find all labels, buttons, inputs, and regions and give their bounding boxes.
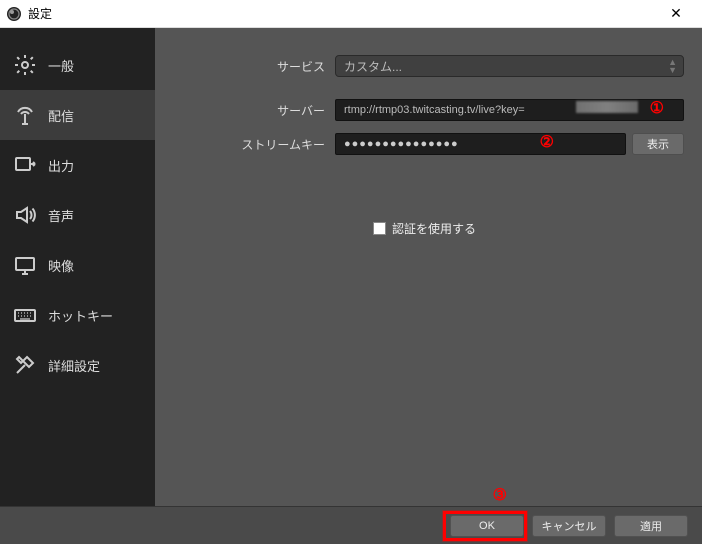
sidebar-item-label: ホットキー xyxy=(48,306,113,325)
streamkey-row: ストリームキー 表示 ② xyxy=(165,130,684,158)
sidebar-item-label: 映像 xyxy=(48,256,74,275)
service-select[interactable]: カスタム... ▲▼ xyxy=(335,55,684,77)
sidebar-item-advanced[interactable]: 詳細設定 xyxy=(0,340,155,390)
monitor-icon xyxy=(12,252,38,278)
title-bar: 設定 ✕ xyxy=(0,0,702,28)
service-value: カスタム... xyxy=(344,58,402,75)
auth-label: 認証を使用する xyxy=(392,220,476,237)
sidebar-item-label: 音声 xyxy=(48,206,74,225)
service-row: サービス カスタム... ▲▼ xyxy=(165,52,684,80)
auth-row: 認証を使用する xyxy=(165,214,684,242)
annotation-ok-border xyxy=(443,511,527,541)
streamkey-input[interactable] xyxy=(335,133,626,155)
redacted-area xyxy=(576,101,638,113)
apply-button[interactable]: 適用 xyxy=(614,515,688,537)
streamkey-label: ストリームキー xyxy=(165,136,335,153)
window-title: 設定 xyxy=(28,5,656,22)
sidebar-item-audio[interactable]: 音声 xyxy=(0,190,155,240)
main-panel: サービス カスタム... ▲▼ サーバー ① ストリームキー 表示 ② 認証を使… xyxy=(155,28,702,506)
antenna-icon xyxy=(12,102,38,128)
obs-logo-icon xyxy=(6,6,22,22)
server-row: サーバー ① xyxy=(165,96,684,124)
auth-checkbox[interactable] xyxy=(373,222,386,235)
close-button[interactable]: ✕ xyxy=(656,0,696,27)
server-label: サーバー xyxy=(165,102,335,119)
content-area: 一般 配信 出力 音声 映像 xyxy=(0,28,702,506)
speaker-icon xyxy=(12,202,38,228)
output-icon xyxy=(12,152,38,178)
gear-icon xyxy=(12,52,38,78)
sidebar-item-output[interactable]: 出力 xyxy=(0,140,155,190)
updown-icon: ▲▼ xyxy=(668,58,677,74)
footer: ③ OK キャンセル 適用 xyxy=(0,506,702,544)
tools-icon xyxy=(12,352,38,378)
annotation-one: ① xyxy=(650,98,664,118)
sidebar-item-label: 出力 xyxy=(48,156,74,175)
keyboard-icon xyxy=(12,302,38,328)
sidebar-item-label: 詳細設定 xyxy=(48,356,100,375)
annotation-two: ② xyxy=(540,132,554,152)
sidebar-item-stream[interactable]: 配信 xyxy=(0,90,155,140)
sidebar-item-hotkeys[interactable]: ホットキー xyxy=(0,290,155,340)
sidebar-item-label: 一般 xyxy=(48,56,74,75)
sidebar-item-video[interactable]: 映像 xyxy=(0,240,155,290)
cancel-button[interactable]: キャンセル xyxy=(532,515,606,537)
sidebar-item-label: 配信 xyxy=(48,106,74,125)
service-label: サービス xyxy=(165,58,335,75)
show-button[interactable]: 表示 xyxy=(632,133,684,155)
annotation-three: ③ xyxy=(493,485,507,505)
sidebar: 一般 配信 出力 音声 映像 xyxy=(0,28,155,506)
sidebar-item-general[interactable]: 一般 xyxy=(0,40,155,90)
